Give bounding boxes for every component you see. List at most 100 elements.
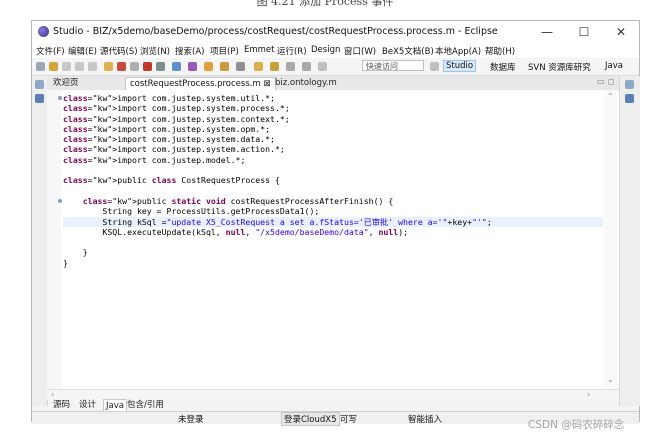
editor-gutter <box>47 90 61 389</box>
fold-marker-icon[interactable] <box>58 199 62 203</box>
package-explorer-icon[interactable] <box>35 94 44 103</box>
toolbar: 快速访问 Studio 数据库 SVN 资源库研究 Java <box>32 58 639 76</box>
right-trim-stack <box>619 76 640 406</box>
new-icon[interactable] <box>36 62 45 71</box>
open-perspective-icon[interactable] <box>430 62 439 71</box>
next-icon[interactable] <box>302 62 311 71</box>
perspective-java[interactable]: Java <box>605 61 623 71</box>
quick-access-input[interactable]: 快速访问 <box>362 60 424 71</box>
menu-local-app[interactable]: 本地App(A) <box>435 45 481 57</box>
search-icon[interactable] <box>188 62 197 71</box>
scroll-right-icon[interactable]: › <box>587 390 590 399</box>
pin-icon[interactable] <box>318 62 327 71</box>
code-line[interactable] <box>63 186 603 196</box>
code-line[interactable]: class="kw">import com.justep.system.opm.… <box>63 124 603 134</box>
code-line[interactable]: String key = ProcessUtils.getProcessData… <box>63 206 603 216</box>
maximize-button[interactable]: ☐ <box>569 23 599 41</box>
code-line[interactable]: String kSql ="update X5_CostRequest a se… <box>63 216 603 227</box>
code-line[interactable]: class="kw">import com.justep.system.util… <box>63 93 603 103</box>
window-title: Studio - BIZ/x5demo/baseDemo/process/cos… <box>53 26 498 37</box>
code-line[interactable]: class="kw">import com.justep.model.*; <box>63 155 603 165</box>
build-icon[interactable] <box>104 62 113 71</box>
menu-bex5-docs[interactable]: BeX5文档(B) <box>382 45 434 57</box>
scroll-down-icon[interactable]: ⌄ <box>607 375 614 384</box>
code-line[interactable]: class="kw">import com.justep.system.proc… <box>63 103 603 113</box>
restore-view-icon[interactable] <box>35 80 44 89</box>
title-bar: Studio - BIZ/x5demo/baseDemo/process/cos… <box>32 21 639 43</box>
tab-cost-request-process[interactable]: costRequestProcess.process.m ⊠ <box>125 77 276 90</box>
refresh-icon[interactable] <box>130 62 139 71</box>
save-icon[interactable] <box>62 62 71 71</box>
code-line[interactable]: class="kw">public class CostRequestProce… <box>63 175 603 185</box>
close-tab-icon[interactable]: ⊠ <box>263 79 270 89</box>
menu-help[interactable]: 帮助(H) <box>485 45 515 57</box>
save-all-icon[interactable] <box>75 62 84 71</box>
restore-view-icon[interactable] <box>625 80 634 89</box>
code-line[interactable]: KSQL.executeUpdate(kSql, null, "/x5demo/… <box>63 227 603 237</box>
back-icon[interactable] <box>270 62 279 71</box>
menu-project[interactable]: 项目(P) <box>210 45 239 57</box>
code-line[interactable] <box>63 237 603 247</box>
forward-icon[interactable] <box>286 62 295 71</box>
scroll-up-icon[interactable]: ⌃ <box>607 92 614 101</box>
eclipse-app-icon <box>38 26 49 37</box>
menu-file[interactable]: 文件(F) <box>36 45 65 57</box>
figure-caption-text: 图 4.21 添加 Process 事件 <box>256 0 394 8</box>
editor-mode-tabs: 源码 设计 Java 包含/引用 <box>47 399 247 413</box>
menu-emmet[interactable]: Emmet <box>244 45 275 55</box>
code-line[interactable]: class="kw">import com.justep.system.acti… <box>63 144 603 154</box>
menu-window[interactable]: 窗口(W) <box>344 45 376 57</box>
perspective-svn[interactable]: SVN 资源库研究 <box>528 61 591 73</box>
close-button[interactable]: ✕ <box>606 23 636 41</box>
maximize-editor-icon[interactable]: ◻ <box>608 77 615 86</box>
menu-edit[interactable]: 编辑(E) <box>68 45 97 57</box>
print-icon[interactable] <box>88 62 97 71</box>
scroll-left-icon[interactable]: ‹ <box>51 390 54 399</box>
menu-navigate[interactable]: 浏览(N) <box>140 45 170 57</box>
annotation-icon[interactable] <box>236 62 245 71</box>
tab-design[interactable]: 设计 <box>77 399 98 411</box>
code-line[interactable]: } <box>63 258 603 268</box>
deploy-icon[interactable] <box>143 62 152 71</box>
code-lines[interactable]: class="kw">import com.justep.system.util… <box>63 93 603 268</box>
edit-icon[interactable] <box>220 62 229 71</box>
code-line[interactable] <box>63 165 603 175</box>
code-editor[interactable]: class="kw">import com.justep.system.util… <box>47 90 619 389</box>
code-line[interactable]: class="kw">import com.justep.system.data… <box>63 134 603 144</box>
tab-biz-ontology[interactable]: biz.ontology.m <box>271 77 341 89</box>
fold-marker-icon[interactable] <box>58 96 62 100</box>
status-login: 未登录 <box>178 415 204 425</box>
run-icon[interactable] <box>172 62 181 71</box>
tab-cost-request-process-label: costRequestProcess.process.m <box>130 79 261 89</box>
publish-icon[interactable] <box>156 62 165 71</box>
task-icon[interactable] <box>204 62 213 71</box>
code-line[interactable]: class="kw">import com.justep.system.cont… <box>63 114 603 124</box>
code-line[interactable]: } <box>63 247 603 257</box>
menu-run[interactable]: 运行(R) <box>277 45 307 57</box>
minimize-editor-icon[interactable]: ▭ <box>597 77 605 86</box>
status-insert-mode: 智能插入 <box>408 415 443 425</box>
tab-includes[interactable]: 包含/引用 <box>125 399 166 411</box>
left-trim-stack <box>32 76 48 406</box>
outline-icon[interactable] <box>625 94 634 103</box>
menu-bar: 文件(F) 编辑(E) 源代码(S) 浏览(N) 搜索(A) 项目(P) Emm… <box>32 43 639 58</box>
eclipse-window: Studio - BIZ/x5demo/baseDemo/process/cos… <box>31 20 640 426</box>
perspective-studio[interactable]: Studio <box>443 60 477 72</box>
status-writable: 可写 <box>340 415 358 425</box>
history-icon[interactable] <box>254 62 263 71</box>
menu-source[interactable]: 源代码(S) <box>100 45 138 57</box>
status-cloud-login[interactable]: 登录CloudX5 <box>281 412 340 426</box>
tab-welcome[interactable]: 欢迎页 <box>49 77 83 89</box>
editor-tab-bar: 欢迎页 costRequestProcess.process.m ⊠ biz.o… <box>47 76 619 91</box>
menu-design[interactable]: Design <box>311 45 340 55</box>
minimize-button[interactable]: — <box>532 23 562 41</box>
open-icon[interactable] <box>49 62 58 71</box>
tab-source[interactable]: 源码 <box>51 399 72 411</box>
perspective-database[interactable]: 数据库 <box>490 61 516 73</box>
figure-caption: 图 4.21 添加 Process 事件 <box>0 0 650 16</box>
watermark: CSDN @码农碎碎念 <box>528 419 625 431</box>
menu-search[interactable]: 搜索(A) <box>175 45 204 57</box>
debug-icon[interactable] <box>117 62 126 71</box>
code-line[interactable]: class="kw">public static void costReques… <box>63 196 603 206</box>
vertical-scrollbar[interactable]: ⌃ ⌄ <box>604 90 618 389</box>
